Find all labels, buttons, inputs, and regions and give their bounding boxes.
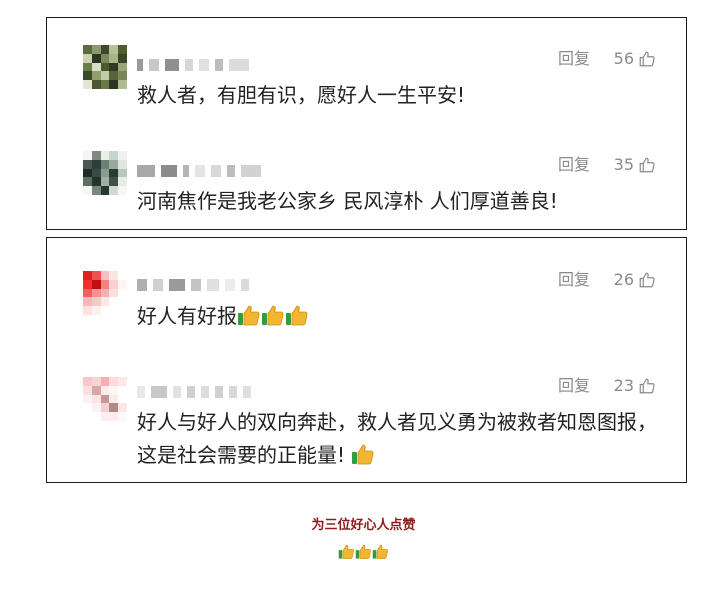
- comment-panel: 回复 56 救人者，有胆有识，愿好人一生平安! 回复 35 河南焦作是我老公家乡…: [46, 17, 687, 230]
- thumbs-up-outline-icon: [639, 51, 655, 67]
- username-blurred[interactable]: [137, 275, 249, 295]
- thumbs-up-outline-icon: [639, 157, 655, 173]
- like-button[interactable]: 56: [614, 49, 656, 69]
- thumbs-up-emoji-icon: [286, 305, 308, 326]
- comment-text: 好人有好报: [137, 300, 658, 333]
- comment-text: 救人者，有胆有识，愿好人一生平安!: [137, 83, 466, 107]
- like-count: 56: [613, 49, 634, 68]
- comment-panel: 回复 26 好人有好报 回复 23 好人与好人的双向奔赴，救人者见义勇为被救者知…: [46, 237, 687, 483]
- thumbs-up-emoji-icon: [338, 544, 354, 559]
- reply-button[interactable]: 回复: [558, 155, 590, 175]
- reply-button[interactable]: 回复: [558, 270, 590, 290]
- caption-emoji-row: [0, 543, 727, 564]
- thumbs-up-emoji-icon: [262, 305, 284, 326]
- thumbs-up-emoji-icon: [238, 305, 260, 326]
- avatar[interactable]: [83, 151, 127, 195]
- reply-button[interactable]: 回复: [558, 49, 590, 69]
- username-blurred[interactable]: [137, 161, 261, 181]
- username-blurred[interactable]: [137, 382, 251, 402]
- comment-item: 回复 56 救人者，有胆有识，愿好人一生平安!: [47, 18, 686, 124]
- comment-text-content: 好人与好人的双向奔赴，救人者见义勇为被救者知恩图报，这是社会需要的正能量!: [137, 410, 657, 467]
- caption-text: 为三位好心人点赞: [311, 518, 416, 533]
- comment-text-content: 好人有好报: [137, 304, 237, 328]
- like-count: 35: [613, 155, 634, 174]
- avatar[interactable]: [83, 45, 127, 89]
- username-blurred[interactable]: [137, 55, 249, 75]
- comment-item: 回复 35 河南焦作是我老公家乡 民风淳朴 人们厚道善良!: [47, 124, 686, 230]
- comment-text: 好人与好人的双向奔赴，救人者见义勇为被救者知恩图报，这是社会需要的正能量!: [137, 406, 658, 472]
- comment-item: 回复 26 好人有好报: [47, 238, 686, 345]
- comment-text: 河南焦作是我老公家乡 民风淳朴 人们厚道善良!: [137, 189, 558, 213]
- thumbs-up-outline-icon: [639, 272, 655, 288]
- like-count: 23: [613, 376, 634, 395]
- like-button[interactable]: 23: [614, 376, 656, 396]
- thumbs-up-emoji-icon: [352, 444, 374, 465]
- avatar[interactable]: [83, 377, 127, 421]
- thumbs-up-emoji-icon: [355, 544, 371, 559]
- thumbs-up-outline-icon: [639, 378, 655, 394]
- comment-item: 回复 23 好人与好人的双向奔赴，救人者见义勇为被救者知恩图报，这是社会需要的正…: [47, 345, 686, 483]
- avatar[interactable]: [83, 271, 127, 315]
- like-button[interactable]: 35: [614, 155, 656, 175]
- reply-button[interactable]: 回复: [558, 376, 590, 396]
- like-button[interactable]: 26: [614, 270, 656, 290]
- like-count: 26: [613, 270, 634, 289]
- thumbs-up-emoji-icon: [372, 544, 388, 559]
